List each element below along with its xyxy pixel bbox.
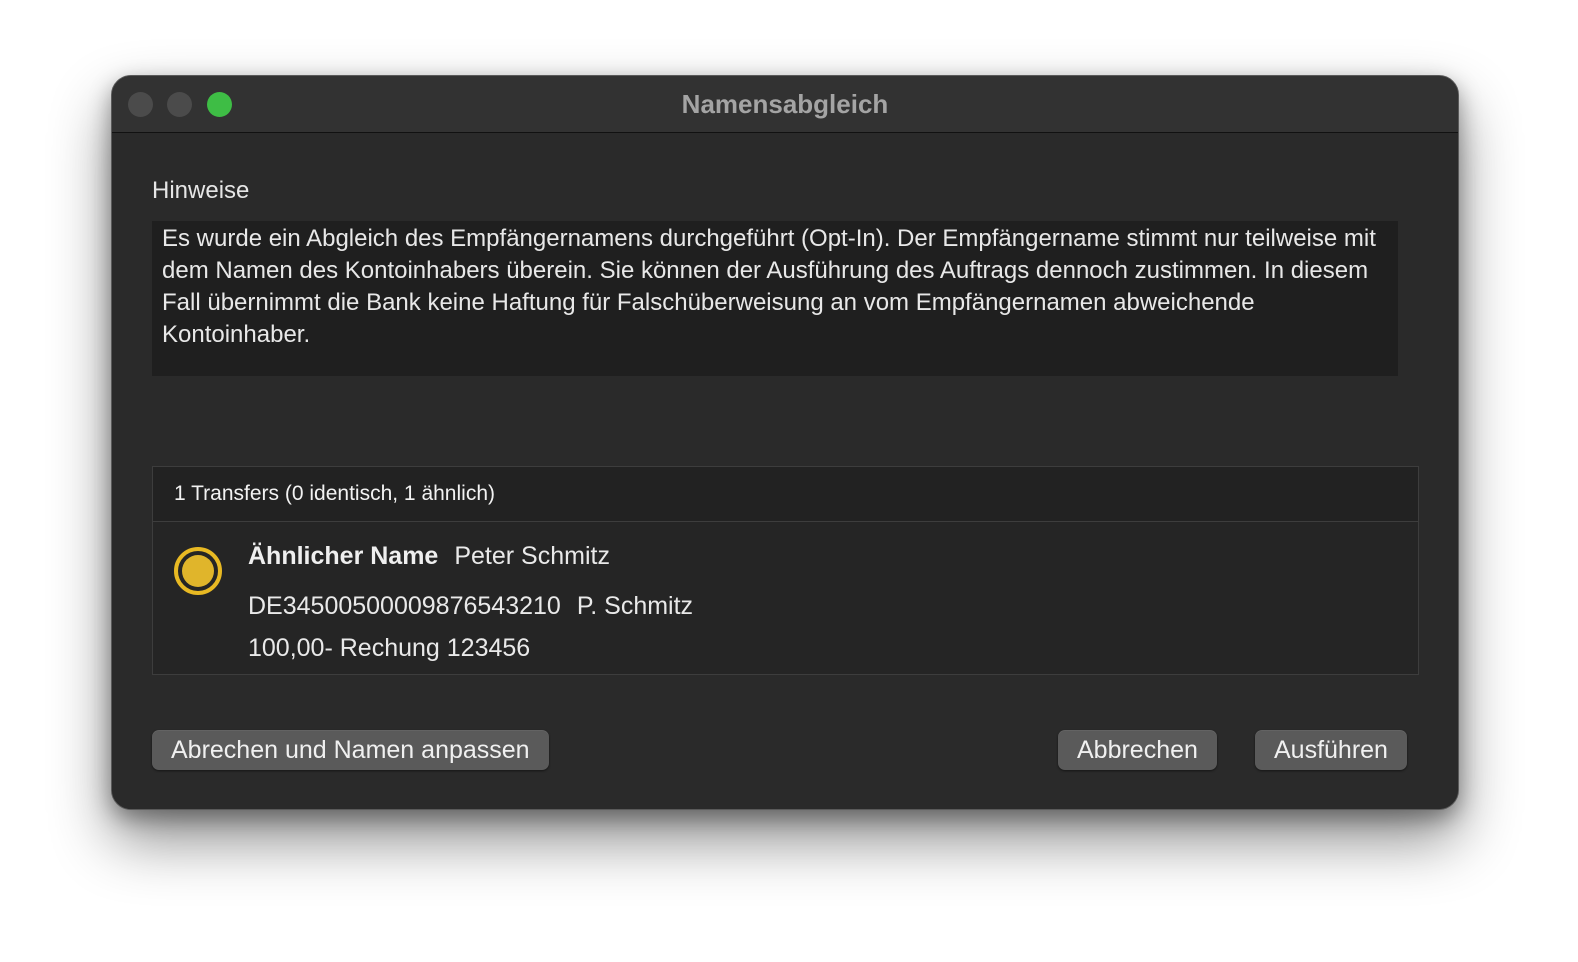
match-line: Ähnlicher Name Peter Schmitz [248, 542, 610, 571]
hints-text: Es wurde ein Abgleich des Empfängernamen… [162, 225, 1376, 348]
iban-value: DE34500500009876543210 [248, 592, 561, 620]
window-title: Namensabgleich [681, 89, 889, 119]
transfers-summary: 1 Transfers (0 identisch, 1 ähnlich) [174, 482, 495, 505]
transfers-list: 1 Transfers (0 identisch, 1 ähnlich) Ähn… [152, 466, 1419, 675]
entered-recipient-name: P. Schmitz [576, 592, 694, 620]
amount-line: 100,00- Rechung 123456 [248, 634, 530, 663]
execute-button[interactable]: Ausführen [1255, 730, 1407, 770]
purpose-value: Rechung 123456 [339, 634, 531, 662]
account-line: DE34500500009876543210 P. Schmitz [248, 592, 693, 621]
cancel-button[interactable]: Abbrechen [1058, 730, 1217, 770]
name-match-dialog: Namensabgleich Hinweise Es wurde ein Abg… [111, 75, 1459, 810]
transfer-row[interactable]: Ähnlicher Name Peter Schmitz DE3450050000… [153, 522, 1418, 674]
title-bar[interactable]: Namensabgleich [112, 76, 1458, 133]
hints-label: Hinweise [152, 177, 250, 204]
transfers-header: 1 Transfers (0 identisch, 1 ähnlich) [153, 467, 1418, 522]
dialog-content: Hinweise Es wurde ein Abgleich des Empfä… [112, 133, 1458, 809]
yellow-circle-icon [174, 547, 222, 595]
match-status-label: Ähnlicher Name [248, 542, 439, 570]
hints-box: Es wurde ein Abgleich des Empfängernamen… [152, 221, 1398, 376]
matched-account-name: Peter Schmitz [454, 542, 610, 570]
amount-value: 100,00- [248, 634, 333, 662]
cancel-and-adjust-name-button[interactable]: Abrechen und Namen anpassen [152, 730, 549, 770]
